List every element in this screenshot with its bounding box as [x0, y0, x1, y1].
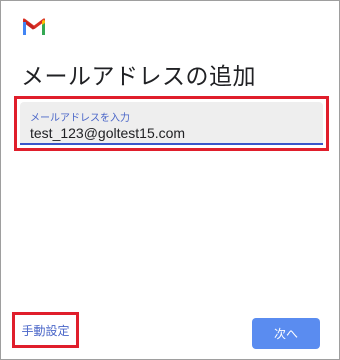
email-field-label: メールアドレスを入力: [30, 113, 130, 124]
email-field[interactable]: メールアドレスを入力 test_123@goltest15.com: [20, 102, 323, 145]
gmail-icon: [23, 17, 45, 35]
email-field-highlight: メールアドレスを入力 test_123@goltest15.com: [14, 96, 329, 151]
next-button[interactable]: 次へ: [252, 318, 320, 349]
add-email-screen: メールアドレスの追加 メールアドレスを入力 test_123@goltest15…: [0, 0, 340, 360]
email-field-value[interactable]: test_123@goltest15.com: [30, 125, 185, 141]
manual-setup-link[interactable]: 手動設定: [21, 322, 69, 339]
page-title: メールアドレスの追加: [21, 64, 256, 90]
manual-setup-highlight: 手動設定: [12, 312, 79, 348]
